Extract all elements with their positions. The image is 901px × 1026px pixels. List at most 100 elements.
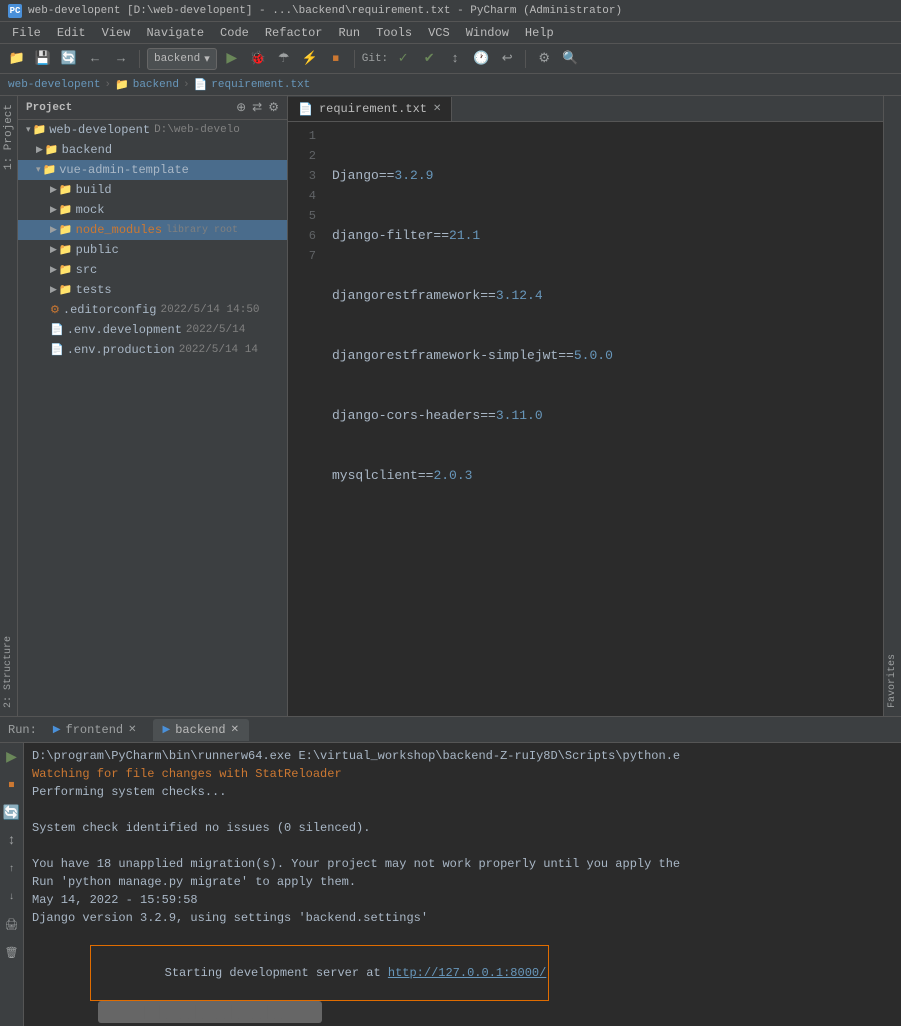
stop-btn[interactable]: ⏹ [325, 48, 347, 70]
folder-icon: 📁 [59, 183, 73, 197]
code-content[interactable]: Django==3.2.9 django-filter==21.1 django… [324, 122, 883, 716]
folder-icon: 📁 [45, 143, 59, 157]
run-down-btn[interactable]: ↓ [2, 887, 22, 907]
tree-env-prod-date: 2022/5/14 14 [179, 344, 258, 356]
tree-root[interactable]: ▾ 📁 web-developent D:\web-develo [18, 120, 287, 140]
debug-btn[interactable]: 🐞 [247, 48, 269, 70]
git-sync-icon[interactable]: ↕ [444, 48, 466, 70]
toolbar-save-btn[interactable]: 💾 [32, 48, 54, 70]
backend-tab-close[interactable]: ✕ [231, 724, 239, 736]
menu-view[interactable]: View [94, 24, 139, 42]
run-print-btn[interactable]: 🖨 [2, 915, 22, 935]
menu-tools[interactable]: Tools [368, 24, 420, 42]
file-icon: 📄 [50, 323, 64, 337]
git-tick-icon[interactable]: ✔ [418, 48, 440, 70]
frontend-tab-close[interactable]: ✕ [128, 724, 136, 736]
tree-mock[interactable]: ▶ 📁 mock [18, 200, 287, 220]
run-config-dropdown[interactable]: backend ▾ [147, 48, 217, 70]
tree-tests-label: tests [76, 283, 112, 297]
menu-edit[interactable]: Edit [49, 24, 94, 42]
panel-settings-icon[interactable]: ⚙ [268, 100, 279, 115]
output-server-text: Starting development server at [165, 966, 388, 980]
tree-backend[interactable]: ▶ 📁 backend [18, 140, 287, 160]
tree-env-prod-label: .env.production [67, 343, 175, 357]
menu-run[interactable]: Run [330, 24, 368, 42]
git-check-icon[interactable]: ✓ [392, 48, 414, 70]
code-line-3: djangorestframework==3.12.4 [332, 286, 875, 306]
tab-requirement-txt[interactable]: 📄 requirement.txt ✕ [288, 97, 452, 121]
output-line-8: Django version 3.2.9, using settings 'ba… [32, 909, 893, 927]
run-coverage-btn[interactable]: ☂ [273, 48, 295, 70]
menu-vcs[interactable]: VCS [420, 24, 458, 42]
frontend-tab-label: frontend [66, 723, 124, 737]
tree-backend-label: backend [62, 143, 112, 157]
line-num-2: 2 [288, 146, 316, 166]
line-num-3: 3 [288, 166, 316, 186]
toolbar-sync-btn[interactable]: 🔄 [58, 48, 80, 70]
menu-help[interactable]: Help [517, 24, 562, 42]
arrow-icon: ▾ [26, 125, 31, 135]
code-line-4: djangorestframework-simplejwt==5.0.0 [332, 346, 875, 366]
backend-tab-label: backend [175, 723, 225, 737]
run-rerun-btn[interactable]: 🔄 [2, 803, 22, 823]
toolbar-open-btn[interactable]: 📁 [6, 48, 28, 70]
run-tab-backend[interactable]: ▶ backend ✕ [153, 719, 250, 741]
output-blurred-section: ████████████████████ [98, 1001, 322, 1023]
folder-icon: 📁 [33, 123, 47, 137]
code-line-6: mysqlclient==2.0.3 [332, 466, 875, 486]
menu-navigate[interactable]: Navigate [138, 24, 212, 42]
menu-file[interactable]: File [4, 24, 49, 42]
run-main: ▶ ⏹ 🔄 ↕ ↑ ↓ 🖨 🗑 D:\program\PyCharm\bin\r… [0, 743, 901, 1026]
panel-add-icon[interactable]: ⊕ [236, 100, 246, 115]
revert-btn[interactable]: ↩ [496, 48, 518, 70]
toolbar-back-btn[interactable]: ← [84, 48, 106, 70]
tree-editorconfig[interactable]: ⚙ .editorconfig 2022/5/14 14:50 [18, 300, 287, 320]
breadcrumb-backend[interactable]: backend [133, 79, 179, 91]
project-tab-label[interactable]: 1: Project [1, 96, 17, 178]
menu-refactor[interactable]: Refactor [257, 24, 331, 42]
tree-env-prod[interactable]: 📄 .env.production 2022/5/14 14 [18, 340, 287, 360]
output-server-url[interactable]: http://127.0.0.1:8000/ [388, 966, 546, 980]
arrow-icon: ▶ [50, 205, 57, 215]
tree-build[interactable]: ▶ 📁 build [18, 180, 287, 200]
search-btn[interactable]: 🔍 [559, 48, 581, 70]
toolbar-forward-btn[interactable]: → [110, 48, 132, 70]
run-up-btn[interactable]: ↑ [2, 859, 22, 879]
breadcrumb-root[interactable]: web-developent [8, 79, 100, 91]
tree-node-modules-label: node_modules [76, 223, 162, 237]
breadcrumb-file[interactable]: requirement.txt [211, 79, 310, 91]
code-line-7 [332, 526, 875, 546]
code-editor[interactable]: 1 2 3 4 5 6 7 Django==3.2.9 django-filte… [288, 122, 883, 716]
git-label: Git: [362, 53, 388, 65]
structure-tab-label[interactable]: 2: Structure [1, 628, 16, 716]
panel-sync-icon[interactable]: ⇄ [252, 100, 262, 115]
run-clear-btn[interactable]: 🗑 [2, 943, 22, 963]
tree-public[interactable]: ▶ 📁 public [18, 240, 287, 260]
menu-bar: File Edit View Navigate Code Refactor Ru… [0, 22, 901, 44]
tree-tests[interactable]: ▶ 📁 tests [18, 280, 287, 300]
run-sidebar-buttons: ▶ ⏹ 🔄 ↕ ↑ ↓ 🖨 🗑 [0, 743, 24, 1026]
breadcrumb: web-developent › 📁 backend › 📄 requireme… [0, 74, 901, 96]
run-btn[interactable]: ▶ [221, 48, 243, 70]
profile-btn[interactable]: ⚡ [299, 48, 321, 70]
tree-src[interactable]: ▶ 📁 src [18, 260, 287, 280]
output-line-9: Starting development server at http://12… [32, 927, 893, 1026]
output-line-7: May 14, 2022 - 15:59:58 [32, 891, 893, 909]
run-stop-btn[interactable]: ⏹ [2, 775, 22, 795]
menu-window[interactable]: Window [458, 24, 517, 42]
git-clock-icon[interactable]: 🕐 [470, 48, 492, 70]
tree-node-modules[interactable]: ▶ 📁 node_modules library root [18, 220, 287, 240]
run-tab-frontend[interactable]: ▶ frontend ✕ [43, 719, 147, 741]
tree-vue-admin[interactable]: ▾ 📁 vue-admin-template [18, 160, 287, 180]
frontend-tab-icon: ▶ [53, 724, 61, 736]
folder-icon: 📁 [59, 263, 73, 277]
tree-env-dev[interactable]: 📄 .env.development 2022/5/14 [18, 320, 287, 340]
tree-env-dev-label: .env.development [67, 323, 182, 337]
menu-code[interactable]: Code [212, 24, 257, 42]
run-play-btn[interactable]: ▶ [2, 747, 22, 767]
tab-close-btn[interactable]: ✕ [433, 103, 441, 115]
settings-btn[interactable]: ⚙ [533, 48, 555, 70]
run-scroll-btn[interactable]: ↕ [2, 831, 22, 851]
favorites-tab-label[interactable]: Favorites [885, 646, 900, 716]
folder-icon: 📁 [59, 283, 73, 297]
